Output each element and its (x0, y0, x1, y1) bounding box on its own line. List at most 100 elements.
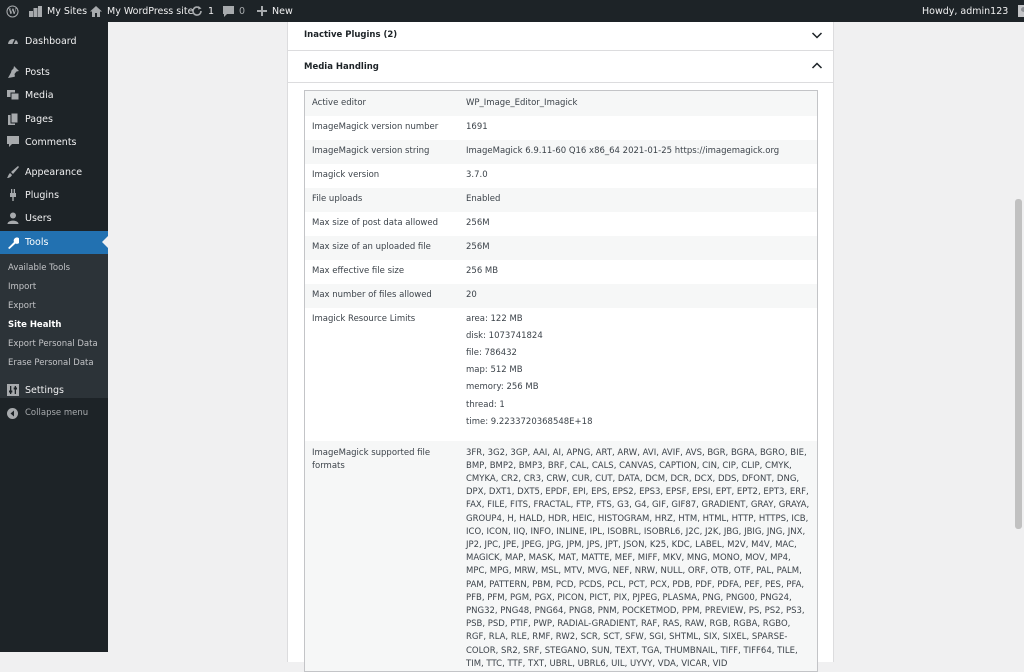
settings-icon (6, 384, 19, 397)
row-label: Max size of an uploaded file (312, 241, 431, 252)
table-row: Max effective file size 256 MB (305, 260, 818, 284)
page-scrollbar[interactable] (1013, 22, 1024, 652)
row-value: 256M (466, 241, 490, 252)
row-value: WP_Image_Editor_Imagick (466, 98, 578, 108)
resource-limit-line: memory: 256 MB (466, 382, 539, 393)
media-handling-table: Active editor WP_Image_Editor_Imagick Im… (304, 90, 818, 672)
row-value: 1691 (466, 121, 488, 132)
comments-count: 0 (239, 5, 246, 17)
row-label: ImageMagick supported file formats (312, 447, 431, 471)
collapse-icon (6, 407, 19, 420)
row-value: Enabled (466, 193, 501, 204)
submenu-item-export[interactable]: Export (8, 301, 36, 311)
resource-limit-line: file: 786432 (466, 347, 517, 358)
sidebar-item-label: Pages (25, 113, 53, 125)
admin-sidebar: Dashboard Posts Media Pages Comments App… (0, 22, 108, 652)
sidebar-item-plugins[interactable]: Plugins (0, 184, 108, 206)
sidebar-item-label: Plugins (25, 189, 60, 201)
updates-count: 1 (208, 5, 215, 17)
row-value: 256M (466, 217, 490, 228)
site-health-info-panel: Inactive Plugins (2) Media Handling Acti… (287, 20, 834, 672)
howdy-label: Howdy, admin123 (922, 5, 1009, 17)
sidebar-item-pages[interactable]: Pages (0, 108, 108, 130)
new-content-link[interactable]: New (257, 0, 293, 22)
sidebar-item-label: Users (25, 212, 52, 224)
table-row: Max number of files allowed 20 (304, 283, 818, 308)
updates-icon (191, 5, 203, 17)
resource-limit-line: time: 9.2233720368548E+18 (466, 416, 593, 427)
row-value: 20 (466, 289, 477, 300)
sidebar-item-comments[interactable]: Comments (0, 131, 108, 153)
my-sites-label: My Sites (47, 5, 88, 17)
accordion-inactive-plugins[interactable]: Inactive Plugins (2) (288, 20, 833, 51)
sidebar-item-tools[interactable]: Tools (0, 231, 108, 254)
row-label: Active editor (312, 98, 367, 108)
submenu-item-available-tools[interactable]: Available Tools (8, 263, 70, 273)
sidebar-item-label: Settings (25, 384, 64, 396)
resource-limits-list: area: 122 MB disk: 1073741824 file: 7864… (459, 308, 818, 441)
table-row-resource-limits: Imagick Resource Limits area: 122 MB dis… (305, 308, 818, 441)
pin-icon (6, 66, 19, 79)
sidebar-item-appearance[interactable]: Appearance (0, 161, 108, 183)
sidebar-item-media[interactable]: Media (0, 84, 108, 106)
row-label: Imagick version (312, 169, 380, 180)
sidebar-item-dashboard[interactable]: Dashboard (0, 30, 108, 52)
table-row: Active editor WP_Image_Editor_Imagick (304, 90, 818, 116)
sidebar-item-label: Posts (25, 66, 50, 78)
wordpress-logo-icon[interactable]: W (6, 0, 19, 22)
submenu-item-erase-personal-data[interactable]: Erase Personal Data (8, 358, 94, 368)
sidebar-item-label: Dashboard (25, 35, 77, 47)
dashboard-icon (6, 35, 19, 48)
home-icon (90, 5, 102, 17)
tools-submenu: Available Tools Import Export Site Healt… (0, 254, 108, 398)
resource-limit-line: thread: 1 (466, 399, 505, 410)
collapse-menu-label: Collapse menu (25, 408, 89, 418)
table-row: Imagick version 3.7.0 (305, 164, 818, 188)
my-sites-link[interactable]: My Sites (29, 0, 87, 22)
site-name-link[interactable]: My WordPress site (90, 0, 193, 22)
submenu-item-site-health[interactable]: Site Health (8, 320, 61, 330)
scrollbar-thumb[interactable] (1015, 199, 1022, 529)
table-row: Max size of post data allowed 256M (305, 212, 818, 236)
new-label: New (272, 5, 293, 17)
updates-link[interactable]: 1 (191, 0, 214, 22)
row-value: ImageMagick 6.9.11-60 Q16 x86_64 2021-01… (466, 145, 780, 156)
submenu-item-import[interactable]: Import (8, 282, 36, 292)
resource-limit-line: area: 122 MB (466, 313, 523, 324)
row-label: Max size of post data allowed (312, 217, 438, 228)
wrench-icon (6, 236, 19, 249)
row-label: Imagick Resource Limits (312, 313, 416, 324)
collapse-menu-button[interactable]: Collapse menu (0, 402, 108, 424)
row-label: ImageMagick version string (312, 145, 430, 156)
sites-icon (29, 5, 42, 17)
comments-icon (6, 136, 19, 149)
sidebar-item-label: Comments (25, 136, 77, 148)
my-account-link[interactable]: Howdy, admin123 (922, 0, 1024, 22)
pages-icon (6, 113, 19, 126)
table-row: ImageMagick version number 1691 (305, 116, 818, 140)
media-icon (6, 89, 19, 102)
table-row: File uploads Enabled (304, 187, 818, 212)
row-value: 3.7.0 (466, 169, 488, 180)
chevron-down-icon (811, 29, 823, 41)
sidebar-item-posts[interactable]: Posts (0, 61, 108, 83)
table-row-formats: ImageMagick supported file formats 3FR, … (304, 440, 818, 672)
brush-icon (6, 166, 19, 179)
row-value: 256 MB (466, 265, 499, 276)
plus-icon (257, 6, 267, 16)
comments-link[interactable]: 0 (223, 0, 245, 22)
sidebar-item-users[interactable]: Users (0, 207, 108, 229)
resource-limit-line: map: 512 MB (466, 365, 523, 376)
chevron-up-icon (811, 60, 823, 72)
row-label: File uploads (312, 193, 363, 204)
sidebar-item-label: Tools (25, 237, 49, 248)
plug-icon (6, 189, 19, 202)
site-name-label: My WordPress site (107, 5, 194, 17)
avatar (1018, 5, 1024, 17)
resource-limit-line: disk: 1073741824 (466, 330, 543, 341)
sidebar-item-settings[interactable]: Settings (0, 379, 108, 401)
table-row: Max size of an uploaded file 256M (304, 235, 818, 260)
submenu-item-export-personal-data[interactable]: Export Personal Data (8, 339, 98, 349)
table-row: ImageMagick version string ImageMagick 6… (304, 139, 818, 164)
accordion-media-handling[interactable]: Media Handling (288, 51, 833, 83)
